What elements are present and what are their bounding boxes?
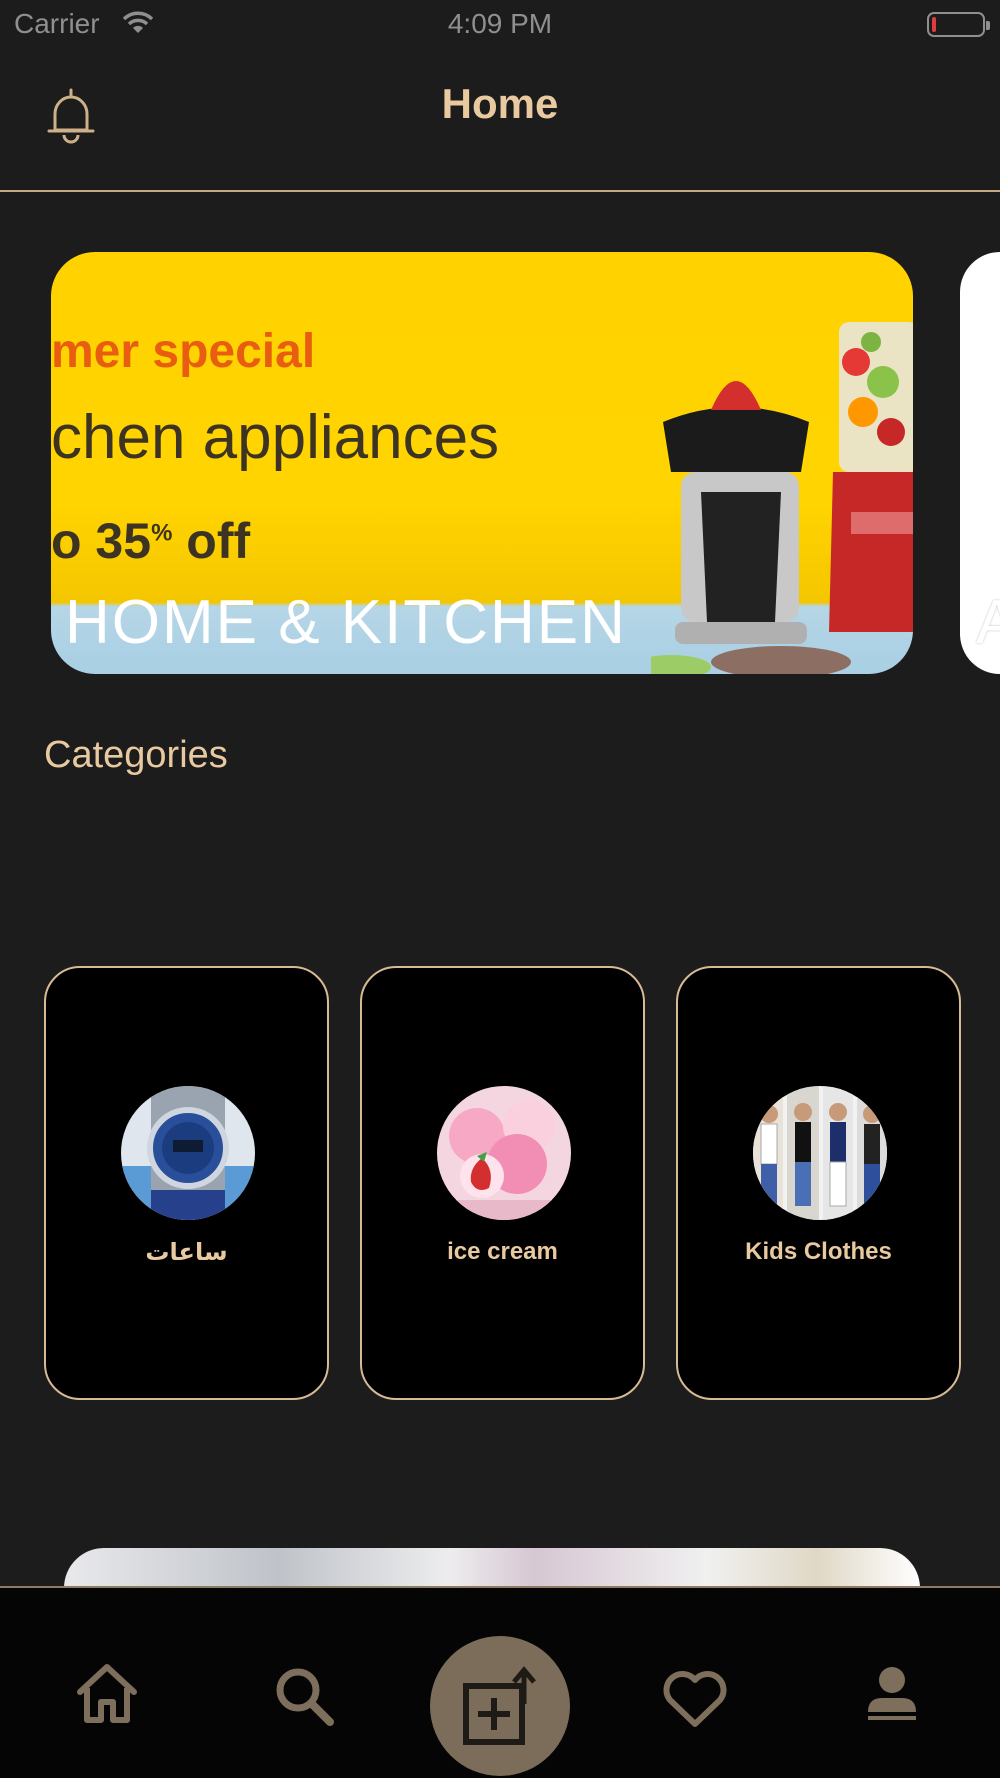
status-bar: Carrier 4:09 PM — [0, 0, 1000, 50]
category-label: ساعات — [145, 1239, 228, 1266]
page-title: Home — [441, 80, 559, 127]
category-label: ice cream — [447, 1238, 558, 1265]
add-post-icon — [463, 1666, 536, 1745]
status-time: 4:09 PM — [447, 8, 553, 39]
next-banner-caption: A — [976, 588, 1000, 657]
category-card-watches[interactable]: ساعات — [44, 966, 329, 1400]
banner-line-2: chen appliances — [51, 403, 500, 472]
search-icon[interactable] — [272, 1664, 336, 1733]
home-icon[interactable] — [74, 1662, 140, 1729]
next-banner-peek[interactable]: A — [960, 252, 1000, 674]
battery-icon — [927, 12, 990, 37]
heart-icon[interactable] — [662, 1670, 728, 1733]
banner-caption: HOME & KITCHEN — [65, 588, 627, 657]
kitchen-appliances-image — [651, 322, 913, 674]
promo-banner[interactable]: mer special chen appliances o 35% off HO… — [51, 252, 913, 674]
category-card-kids-clothes[interactable]: Kids Clothes — [676, 966, 961, 1400]
banner-line-1: mer special — [51, 325, 316, 378]
banner-line-3: o 35% off — [51, 513, 251, 569]
category-card-ice-cream[interactable]: ice cream — [360, 966, 645, 1400]
watch-image — [121, 1086, 255, 1220]
tab-bar — [0, 1586, 1000, 1778]
app-header: Home — [0, 50, 1000, 192]
categories-title: Categories — [44, 734, 228, 776]
kids-clothes-image — [753, 1086, 887, 1220]
ice-cream-image — [437, 1086, 571, 1220]
profile-icon[interactable] — [864, 1664, 920, 1731]
category-label: Kids Clothes — [745, 1238, 892, 1265]
add-post-button[interactable] — [430, 1636, 570, 1776]
next-section-banner-peek[interactable] — [64, 1548, 920, 1588]
